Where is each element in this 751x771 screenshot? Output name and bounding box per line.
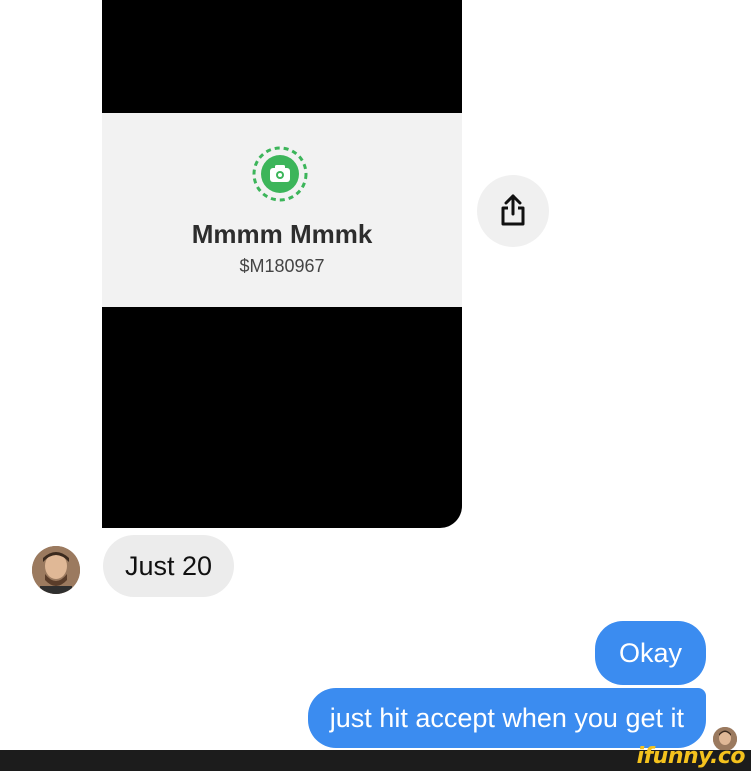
- message-text: Okay: [618, 637, 682, 668]
- outgoing-message: just hit accept when you get it: [307, 688, 706, 748]
- camera-icon: [252, 146, 308, 202]
- watermark-bar: ifunny.co: [0, 744, 751, 771]
- payee-cashtag: $M180967: [239, 256, 325, 276]
- watermark-logo: ifunny.co: [636, 744, 746, 769]
- outgoing-message: Okay: [594, 621, 706, 685]
- payment-card-info: Mmmm Mmmk $M180967: [102, 113, 462, 307]
- incoming-message: Just 20: [103, 535, 235, 597]
- payee-name: Mmmm Mmmk: [191, 219, 373, 249]
- message-text: just hit accept when you get it: [329, 702, 684, 733]
- share-icon: [501, 194, 525, 226]
- share-button[interactable]: [477, 175, 549, 247]
- message-text: Just 20: [125, 550, 213, 581]
- contact-avatar[interactable]: [32, 546, 80, 594]
- payment-card[interactable]: Mmmm Mmmk $M180967: [102, 0, 462, 528]
